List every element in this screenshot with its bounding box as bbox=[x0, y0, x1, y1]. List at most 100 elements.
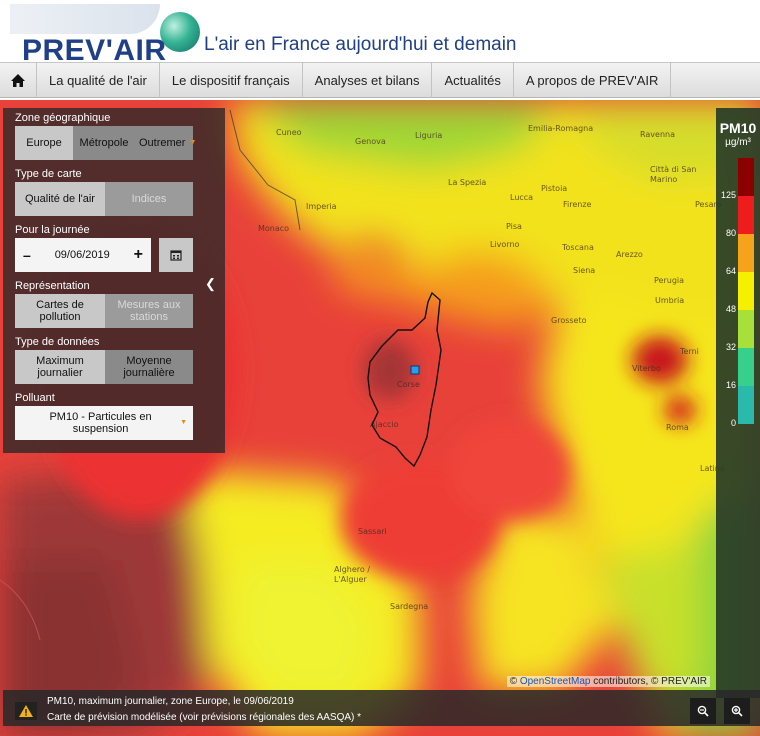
legend-swatch bbox=[738, 234, 754, 272]
legend-swatch bbox=[738, 196, 754, 234]
pollutant-title: Polluant bbox=[15, 392, 55, 404]
map-place-label: Terni bbox=[680, 347, 699, 356]
zone-outremer-button[interactable]: Outremer ▼ bbox=[135, 126, 197, 160]
map-place-label: Corse bbox=[397, 380, 420, 389]
attribution-prefix: © bbox=[509, 676, 518, 687]
site-tagline: L'air en France aujourd'hui et demain bbox=[204, 34, 517, 55]
zoom-in-icon bbox=[731, 705, 743, 717]
map-place-label: Liguria bbox=[415, 131, 443, 140]
map-place-label: Sassari bbox=[358, 527, 387, 536]
map-place-label: Sardegna bbox=[390, 602, 429, 611]
legend-swatch bbox=[738, 348, 754, 386]
warning-icon[interactable] bbox=[15, 702, 37, 720]
nav-home-button[interactable] bbox=[0, 63, 37, 98]
map-place-label: Siena bbox=[573, 266, 596, 275]
prevair-logo[interactable]: PREV'AIR bbox=[10, 4, 200, 67]
zone-europe-button[interactable]: Europe bbox=[15, 126, 73, 160]
map-place-label: Imperia bbox=[306, 202, 337, 211]
nav-item-a-propos[interactable]: A propos de PREV'AIR bbox=[514, 63, 672, 98]
zone-outremer-label: Outremer bbox=[139, 137, 186, 149]
map-caption: PM10, maximum journalier, zone Europe, l… bbox=[47, 696, 294, 707]
site-header: PREV'AIR L'air en France aujourd'hui et … bbox=[0, 0, 760, 67]
map-place-label: Grosseto bbox=[551, 316, 587, 325]
nav-item-actualites[interactable]: Actualités bbox=[432, 63, 514, 98]
map-place-label: Alghero / L'Alguer bbox=[334, 565, 371, 584]
prevair-app: PREV'AIR L'air en France aujourd'hui et … bbox=[0, 0, 760, 736]
legend-label: 32 bbox=[725, 342, 736, 352]
legend-swatch bbox=[738, 158, 754, 196]
collapse-panel-icon[interactable]: ❮ bbox=[205, 276, 216, 292]
map-place-label: Umbria bbox=[655, 296, 685, 305]
zoom-out-icon bbox=[697, 705, 709, 717]
map-place-label: Ravenna bbox=[640, 130, 675, 139]
representation-title: Représentation bbox=[15, 280, 90, 292]
logo-swoosh bbox=[10, 4, 160, 34]
map-place-label: Arezzo bbox=[616, 250, 643, 259]
map-place-label: Emilia-Romagna bbox=[528, 124, 594, 133]
date-stepper: – 09/06/2019 + bbox=[15, 238, 151, 272]
map-place-label: La Spezia bbox=[448, 178, 487, 187]
map-footer: PM10, maximum journalier, zone Europe, l… bbox=[3, 690, 760, 726]
data-type-moyenne-button[interactable]: Moyenne journalière bbox=[105, 350, 193, 384]
attribution-suffix: contributors, © PREV'AIR bbox=[593, 676, 707, 687]
nav-item-qualite[interactable]: La qualité de l'air bbox=[37, 63, 160, 98]
map-place-label: Viterbo bbox=[632, 364, 661, 373]
map-place-label: Roma bbox=[666, 423, 689, 432]
map-place-label: Genova bbox=[355, 137, 386, 146]
chevron-down-icon: ▼ bbox=[189, 139, 197, 146]
legend-swatch bbox=[738, 386, 754, 424]
legend-label: 0 bbox=[730, 418, 736, 428]
chevron-down-icon: ▼ bbox=[180, 419, 187, 426]
legend-label: 125 bbox=[720, 190, 736, 200]
pollutant-value: PM10 - Particules en suspension bbox=[49, 411, 152, 435]
map-type-qualite-button[interactable]: Qualité de l'air bbox=[15, 182, 105, 216]
warning-triangle-icon bbox=[19, 705, 33, 717]
legend-swatch bbox=[738, 272, 754, 310]
map-attribution: © OpenStreetMap contributors, © PREV'AIR bbox=[506, 676, 710, 687]
legend-label: 16 bbox=[725, 380, 736, 390]
nav-item-analyses[interactable]: Analyses et bilans bbox=[303, 63, 433, 98]
map-place-label: Livorno bbox=[490, 240, 520, 249]
calendar-button[interactable] bbox=[159, 238, 193, 272]
openstreetmap-link[interactable]: OpenStreetMap bbox=[520, 676, 591, 687]
map-type-title: Type de carte bbox=[15, 168, 82, 180]
map-place-label: Pistoia bbox=[541, 184, 568, 193]
date-value: 09/06/2019 bbox=[54, 249, 110, 261]
pm10-legend: PM10 µg/m³ 125 80 64 48 32 16 0 bbox=[716, 108, 760, 698]
main-nav: La qualité de l'air Le dispositif frança… bbox=[0, 62, 760, 98]
date-increment-button[interactable]: + bbox=[134, 247, 143, 263]
controls-panel: Zone géographique Europe Métropole Outre… bbox=[3, 108, 225, 453]
legend-label: 64 bbox=[725, 266, 736, 276]
map-place-label: Firenze bbox=[563, 200, 592, 209]
pollutant-select[interactable]: PM10 - Particules en suspension ▼ bbox=[15, 406, 193, 440]
map-place-label: Lucca bbox=[510, 193, 534, 202]
map-place-label: Monaco bbox=[258, 224, 290, 233]
data-type-title: Type de données bbox=[15, 336, 100, 348]
map-place-label: Ajaccio bbox=[370, 420, 399, 429]
legend-title: PM10 bbox=[719, 120, 757, 136]
date-decrement-button[interactable]: – bbox=[23, 248, 31, 262]
home-icon bbox=[11, 74, 25, 87]
zone-metropole-button[interactable]: Métropole bbox=[73, 126, 135, 160]
map-place-label: Pisa bbox=[506, 222, 522, 231]
map-place-label: Perugia bbox=[654, 276, 685, 285]
forecast-note: Carte de prévision modélisée (voir prévi… bbox=[47, 712, 362, 723]
corsica-station-marker bbox=[410, 365, 420, 375]
map-place-label: Città di San Marino bbox=[650, 165, 697, 184]
day-title: Pour la journée bbox=[15, 224, 90, 236]
representation-mesures-button[interactable]: Mesures aux stations bbox=[105, 294, 193, 328]
legend-swatch bbox=[738, 310, 754, 348]
calendar-icon bbox=[170, 250, 182, 261]
zoom-out-button[interactable] bbox=[690, 698, 716, 724]
legend-label: 80 bbox=[725, 228, 736, 238]
map-place-label: Toscana bbox=[562, 243, 594, 252]
legend-label: 48 bbox=[725, 304, 736, 314]
map-place-label: Cuneo bbox=[276, 128, 302, 137]
representation-cartes-button[interactable]: Cartes de pollution bbox=[15, 294, 105, 328]
data-type-maximum-button[interactable]: Maximum journalier bbox=[15, 350, 105, 384]
legend-unit: µg/m³ bbox=[725, 137, 751, 148]
zone-title: Zone géographique bbox=[15, 112, 111, 124]
zoom-in-button[interactable] bbox=[724, 698, 750, 724]
nav-item-dispositif[interactable]: Le dispositif français bbox=[160, 63, 303, 98]
map-type-indices-button[interactable]: Indices bbox=[105, 182, 193, 216]
